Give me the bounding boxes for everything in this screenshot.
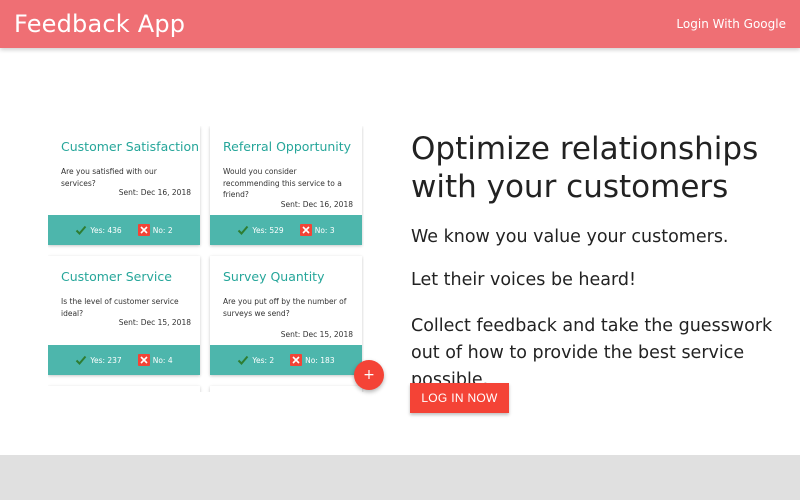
card-footer: Yes: 529 No: 3 <box>210 215 362 245</box>
survey-card: Referral Opportunity Would you consider … <box>210 126 362 245</box>
no-count: No: 4 <box>137 354 173 366</box>
no-count-text: No: 2 <box>152 225 173 235</box>
survey-card: Survey Quantity Are you put off by the n… <box>210 256 362 375</box>
footer <box>0 455 800 500</box>
card-sent-date: Sent: Dec 16, 2018 <box>280 200 353 209</box>
card-title: Customer Service <box>61 269 172 284</box>
no-count-text: No: 3 <box>314 225 335 235</box>
no-count: No: 2 <box>137 224 173 236</box>
check-icon <box>75 224 87 236</box>
check-icon <box>237 354 249 366</box>
no-count-text: No: 4 <box>152 355 173 365</box>
no-count-text: No: 183 <box>305 355 335 365</box>
survey-card-partial <box>210 386 362 392</box>
close-icon <box>137 354 150 366</box>
hero-title: Optimize relationships with your custome… <box>411 131 759 205</box>
close-icon <box>137 224 150 236</box>
yes-count: Yes: 237 <box>75 354 122 366</box>
card-question: Are you satisfied with our services? <box>61 167 157 188</box>
check-icon <box>237 224 249 236</box>
navbar: Feedback App Login With Google <box>0 0 800 48</box>
card-sent-date: Sent: Dec 16, 2018 <box>118 188 191 197</box>
login-with-google-link[interactable]: Login With Google <box>676 17 786 31</box>
survey-card: Customer Satisfaction Are you satisfied … <box>48 126 200 245</box>
yes-count-text: Yes: 436 <box>90 225 122 235</box>
no-count: No: 3 <box>299 224 335 236</box>
survey-card: Customer Service Is the level of custome… <box>48 256 200 375</box>
card-sent-date: Sent: Dec 15, 2018 <box>118 318 191 327</box>
hero-line-value: We know you value your customers. <box>411 227 729 247</box>
yes-count: Yes: 436 <box>75 224 122 236</box>
close-icon <box>290 354 303 366</box>
add-survey-button[interactable]: + <box>354 360 384 390</box>
yes-count-text: Yes: 2 <box>252 355 275 365</box>
app-brand[interactable]: Feedback App <box>14 10 185 38</box>
card-title: Customer Satisfaction <box>61 139 200 154</box>
survey-card-partial <box>48 386 200 392</box>
card-question: Would you consider recommending this ser… <box>223 167 342 199</box>
survey-cards-grid: Customer Satisfaction Are you satisfied … <box>48 126 364 392</box>
card-question: Are you put off by the number of surveys… <box>223 297 347 318</box>
yes-count: Yes: 2 <box>237 354 274 366</box>
card-title: Referral Opportunity <box>223 139 352 154</box>
yes-count-text: Yes: 237 <box>90 355 122 365</box>
no-count: No: 183 <box>290 354 335 366</box>
card-footer: Yes: 436 No: 2 <box>48 215 200 245</box>
card-question: Is the level of customer service ideal? <box>61 297 179 318</box>
close-icon <box>299 224 312 236</box>
check-icon <box>75 354 87 366</box>
hero-line-voices: Let their voices be heard! <box>411 270 636 290</box>
card-footer: Yes: 2 No: 183 <box>210 345 362 375</box>
hero-line-collect: Collect feedback and take the guesswork … <box>411 316 773 390</box>
log-in-now-button[interactable]: LOG IN NOW <box>410 383 509 413</box>
card-sent-date: Sent: Dec 15, 2018 <box>280 330 353 339</box>
yes-count: Yes: 529 <box>237 224 284 236</box>
card-title: Survey Quantity <box>223 269 325 284</box>
yes-count-text: Yes: 529 <box>252 225 284 235</box>
card-footer: Yes: 237 No: 4 <box>48 345 200 375</box>
